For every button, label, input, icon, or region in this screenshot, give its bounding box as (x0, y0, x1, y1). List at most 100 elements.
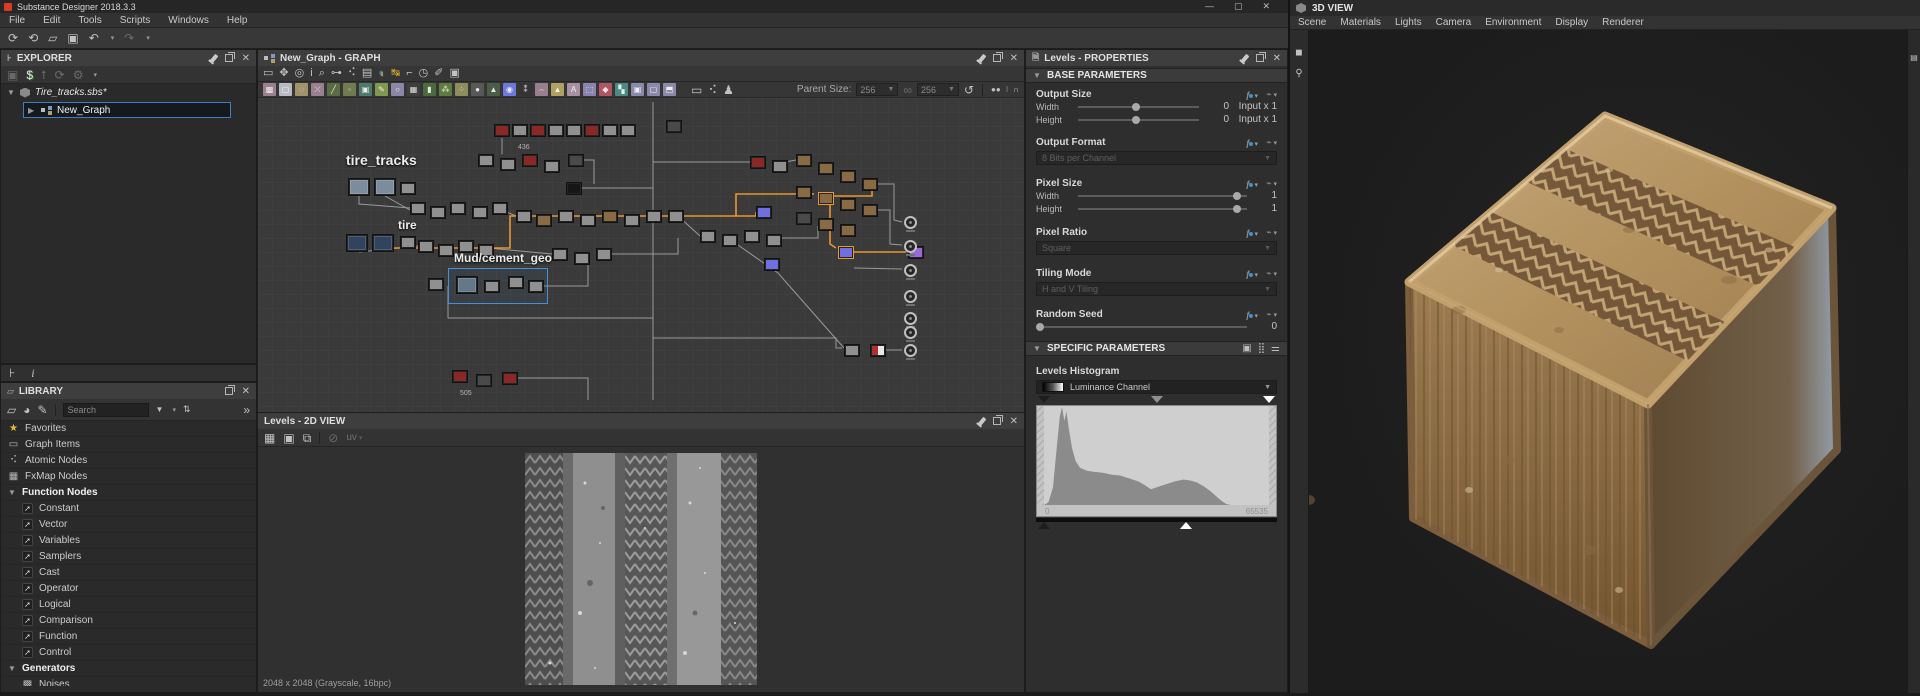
chevron-right-icon[interactable]: ▶ (28, 106, 36, 115)
package-row[interactable]: ▼ Tire_tracks.sbs* (1, 84, 256, 101)
graph-node[interactable] (548, 124, 564, 137)
close-icon[interactable]: ✕ (242, 53, 250, 64)
library-item-favorites[interactable]: ★ Favorites (1, 421, 256, 437)
graph-node[interactable] (796, 154, 812, 167)
align-vertical-icon[interactable]: ⁝ (1006, 85, 1009, 94)
graph-item-selected[interactable]: ▶ New_Graph (23, 102, 231, 118)
chevron-down-icon[interactable]: ▼ (8, 664, 16, 673)
function-graph-icon[interactable]: ⌁ ▾ (1266, 137, 1277, 148)
frame-label[interactable]: tire (398, 218, 417, 232)
graph-canvas[interactable]: tire_tracks tire Mud/cement_geo 436 505 (258, 98, 1024, 412)
node-finder-icon[interactable]: ⠪ (348, 68, 356, 79)
graph-node[interactable] (596, 248, 612, 261)
image-mode-icon[interactable]: ▣ (1242, 343, 1251, 354)
graph-node[interactable] (602, 210, 618, 223)
histogram-top-marker-0[interactable] (1038, 396, 1050, 403)
width-slider[interactable] (1078, 102, 1199, 111)
graph-node[interactable] (666, 120, 682, 133)
graph-node[interactable] (472, 206, 488, 219)
chevron-down-icon[interactable]: ▼ (8, 488, 16, 497)
filter-time-icon[interactable]: ◕ (23, 404, 30, 416)
checker-node-icon[interactable]: ▚ (615, 83, 628, 96)
tools-icon[interactable]: ✐ (434, 68, 443, 79)
function-graph-icon[interactable]: ⌁ ▾ (1266, 89, 1277, 100)
graph-node[interactable] (818, 162, 834, 175)
graph-node[interactable] (580, 214, 596, 227)
graph-node-icon[interactable]: ⠪ (708, 84, 717, 96)
graph-node[interactable] (764, 258, 780, 271)
graph-node[interactable] (552, 248, 568, 261)
fill-node-icon[interactable]: ◆ (599, 83, 612, 96)
pin-icon[interactable] (1240, 53, 1250, 63)
fit-view-icon[interactable]: ▭ (263, 68, 273, 79)
graph-node[interactable] (400, 236, 416, 249)
pixel-width-value[interactable]: 1 (1255, 190, 1277, 201)
expose-parameter-icon[interactable]: ƒ ▾ (1246, 179, 1259, 189)
image-icon[interactable]: ▦ (264, 432, 275, 444)
pin-icon[interactable] (209, 53, 219, 63)
view3d-viewport[interactable] (1303, 30, 1909, 693)
graph-node[interactable] (772, 160, 788, 173)
sort-icon[interactable]: ⇅ (183, 405, 191, 414)
graph-node[interactable] (844, 344, 860, 357)
float-icon[interactable] (992, 52, 1003, 62)
arc-node-icon[interactable]: ⌢ (535, 83, 548, 96)
graph-node[interactable] (574, 252, 590, 265)
library-item-logical[interactable]: ➚ Logical (1, 597, 256, 613)
menu-scripts[interactable]: Scripts (120, 15, 151, 26)
histogram-top-marker-2[interactable] (1263, 396, 1275, 403)
fxmap-node-icon[interactable]: ▣ (359, 83, 372, 96)
graph-node[interactable] (536, 214, 552, 227)
graph-node[interactable] (840, 198, 856, 211)
screenshot-icon[interactable]: ◎ (295, 68, 305, 79)
timer-icon[interactable]: ◷ (419, 68, 429, 79)
view3d-menu-lights[interactable]: Lights (1395, 17, 1422, 28)
close-button[interactable]: ✕ (1262, 1, 1270, 12)
graph-node[interactable] (452, 370, 468, 383)
tile-node-icon[interactable]: ▦ (407, 83, 420, 96)
reload-icon[interactable]: ⟳ (55, 69, 65, 81)
reset-size-icon[interactable]: ↺ (964, 84, 974, 96)
svg-node-icon[interactable]: ▢ (279, 83, 292, 96)
open-icon[interactable]: ▱ (48, 32, 57, 44)
pixel-width-slider[interactable] (1078, 191, 1247, 200)
float-icon[interactable] (224, 385, 235, 395)
noise-01-icon[interactable]: ⁑ (519, 83, 532, 96)
link-create-icon[interactable]: ⊶ (331, 68, 342, 79)
graph-node[interactable] (530, 124, 546, 137)
magnet-icon[interactable]: ∩ (1013, 85, 1019, 94)
close-icon[interactable]: ✕ (1273, 53, 1281, 64)
menu-help[interactable]: Help (227, 15, 248, 26)
funnel-icon[interactable]: ▼ (156, 405, 164, 414)
levels-histogram-widget[interactable]: 0 65535 (1036, 396, 1277, 531)
library-item-function[interactable]: ➚ Function (1, 629, 256, 645)
height-value[interactable]: 0 (1207, 114, 1229, 125)
display-image-icon[interactable]: ▣ (449, 68, 459, 79)
expose-parameter-icon[interactable]: ƒ ▾ (1246, 228, 1259, 238)
add-folder-icon[interactable]: ▱ (7, 404, 16, 416)
uv-dropdown[interactable]: uv ▾ (346, 432, 362, 443)
pyramid-node-icon[interactable]: ▲ (487, 83, 500, 96)
graph-node[interactable] (374, 178, 396, 196)
graph-node[interactable] (400, 182, 416, 195)
graph-node[interactable] (700, 230, 716, 243)
undo-icon-caret[interactable]: ▾ (111, 34, 115, 42)
base-parameters-section[interactable]: ▼ BASE PARAMETERS (1026, 68, 1287, 83)
info-icon[interactable]: i (310, 68, 312, 79)
graph-node[interactable] (862, 204, 878, 217)
graph-node[interactable] (438, 244, 454, 257)
library-item-constant[interactable]: ➚ Constant (1, 501, 256, 517)
function-graph-icon[interactable]: ⌁ ▾ (1266, 309, 1277, 320)
graph-node[interactable] (870, 344, 886, 357)
chevron-down-icon[interactable]: ▼ (7, 88, 15, 97)
menu-file[interactable]: File (9, 15, 25, 26)
menu-edit[interactable]: Edit (43, 15, 60, 26)
graph-node[interactable] (418, 240, 434, 253)
graph-node[interactable] (566, 124, 582, 137)
sliders-icon[interactable]: ⚌ (1271, 343, 1280, 354)
height-slider[interactable] (1078, 115, 1199, 124)
link-size-icon[interactable]: ∞ (903, 84, 912, 96)
pin-icon[interactable]: ♟ (723, 84, 734, 96)
library-item-generators[interactable]: ▼ Generators (1, 661, 256, 677)
parent-width-dropdown[interactable]: 256 ▼ (856, 83, 899, 96)
